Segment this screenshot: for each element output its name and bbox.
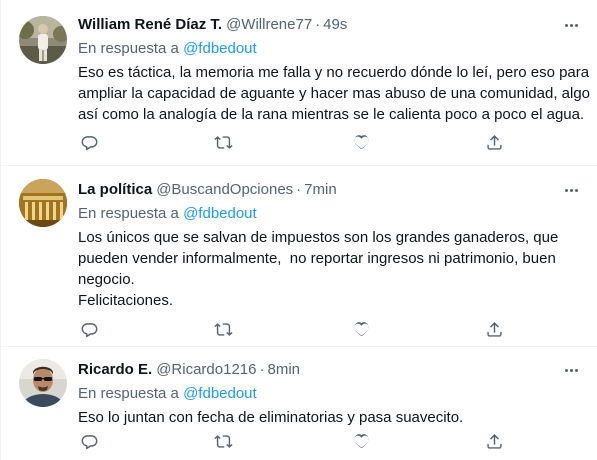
tweet-text-line: negocio. — [78, 271, 135, 288]
avatar[interactable] — [19, 179, 67, 227]
avatar[interactable] — [19, 359, 67, 407]
tweet-text-line: Eso es táctica, la memoria me falla y no… — [78, 64, 590, 81]
reply-icon — [80, 320, 99, 339]
tweet-text-line: Los únicos que se salvan de impuestos so… — [78, 229, 559, 246]
display-name[interactable]: Ricardo E. — [78, 359, 152, 381]
share-button[interactable] — [483, 430, 505, 452]
reply-prefix: En respuesta a — [78, 385, 179, 402]
like-icon — [352, 432, 371, 451]
like-button[interactable] — [350, 318, 372, 340]
golden-building-avatar-icon — [19, 179, 67, 227]
reply-button[interactable] — [78, 131, 100, 153]
reply-button[interactable] — [78, 430, 100, 452]
reply-icon — [80, 432, 99, 451]
tweet-text-line: Felicitaciones. — [78, 292, 174, 309]
username[interactable]: @Willrene77 — [226, 14, 312, 36]
more-options-icon[interactable] — [561, 181, 581, 199]
share-icon — [485, 432, 504, 451]
share-button[interactable] — [483, 318, 505, 340]
tweet-text: Eso lo juntan con fecha de eliminatorias… — [78, 407, 583, 428]
more-options-icon[interactable] — [561, 16, 581, 34]
retweet-button[interactable] — [212, 318, 234, 340]
share-icon — [485, 320, 504, 339]
reply-mention-link[interactable]: @fdbedout — [183, 40, 257, 57]
tweet-actions — [78, 318, 508, 342]
tweet-text: Eso es táctica, la memoria me falla y no… — [78, 62, 591, 125]
like-icon — [352, 320, 371, 339]
username[interactable]: @Ricardo1216 — [156, 359, 256, 381]
reply-feed: William René Díaz T. @Willrene77 · 49s E… — [0, 0, 597, 460]
tweet-text-line: ampliar la capacidad de aguante y hacer … — [78, 85, 591, 102]
retweet-button[interactable] — [212, 430, 234, 452]
display-name[interactable]: William René Díaz T. — [78, 14, 222, 36]
username[interactable]: @BuscandOpciones — [156, 179, 293, 201]
tweet-reply[interactable]: Ricardo E. @Ricardo1216 · 8min En respue… — [1, 347, 597, 460]
tweet-text-line: pueden vender informalmente, no reportar… — [78, 250, 556, 267]
separator-dot: · — [315, 16, 321, 33]
tweet-header: William René Díaz T. @Willrene77 · 49s — [78, 14, 583, 36]
tweet-reply[interactable]: William René Díaz T. @Willrene77 · 49s E… — [1, 0, 597, 166]
reply-button[interactable] — [78, 318, 100, 340]
retweet-icon — [214, 133, 233, 152]
separator-dot: · — [259, 361, 265, 378]
retweet-icon — [214, 432, 233, 451]
like-button[interactable] — [350, 430, 372, 452]
separator-dot: · — [296, 181, 302, 198]
man-sunglasses-avatar-icon — [19, 359, 67, 407]
tweet-actions — [78, 131, 508, 155]
person-outdoor-avatar-icon — [19, 16, 67, 64]
tweet-text-line: Eso lo juntan con fecha de eliminatorias… — [78, 409, 464, 426]
more-options-icon[interactable] — [561, 361, 581, 379]
tweet-actions — [78, 430, 508, 454]
timestamp[interactable]: 7min — [304, 179, 337, 201]
retweet-icon — [214, 320, 233, 339]
reply-context: En respuesta a @fdbedout — [78, 204, 583, 224]
tweet-header: Ricardo E. @Ricardo1216 · 8min — [78, 359, 583, 381]
tweet-text-line: así como la analogía de la rana mientras… — [78, 106, 585, 123]
reply-context: En respuesta a @fdbedout — [78, 384, 583, 404]
reply-prefix: En respuesta a — [78, 40, 179, 57]
tweet-reply[interactable]: La política @BuscandOpciones · 7min En r… — [1, 166, 597, 347]
like-button[interactable] — [350, 131, 372, 153]
reply-prefix: En respuesta a — [78, 205, 179, 222]
retweet-button[interactable] — [212, 131, 234, 153]
display-name[interactable]: La política — [78, 179, 152, 201]
reply-mention-link[interactable]: @fdbedout — [183, 385, 257, 402]
reply-mention-link[interactable]: @fdbedout — [183, 205, 257, 222]
tweet-header: La política @BuscandOpciones · 7min — [78, 179, 583, 201]
timestamp[interactable]: 8min — [267, 359, 300, 381]
avatar[interactable] — [19, 16, 67, 64]
timestamp[interactable]: 49s — [323, 14, 347, 36]
reply-context: En respuesta a @fdbedout — [78, 39, 583, 59]
like-icon — [352, 133, 371, 152]
share-button[interactable] — [483, 131, 505, 153]
reply-icon — [80, 133, 99, 152]
share-icon — [485, 133, 504, 152]
tweet-text: Los únicos que se salvan de impuestos so… — [78, 227, 583, 311]
